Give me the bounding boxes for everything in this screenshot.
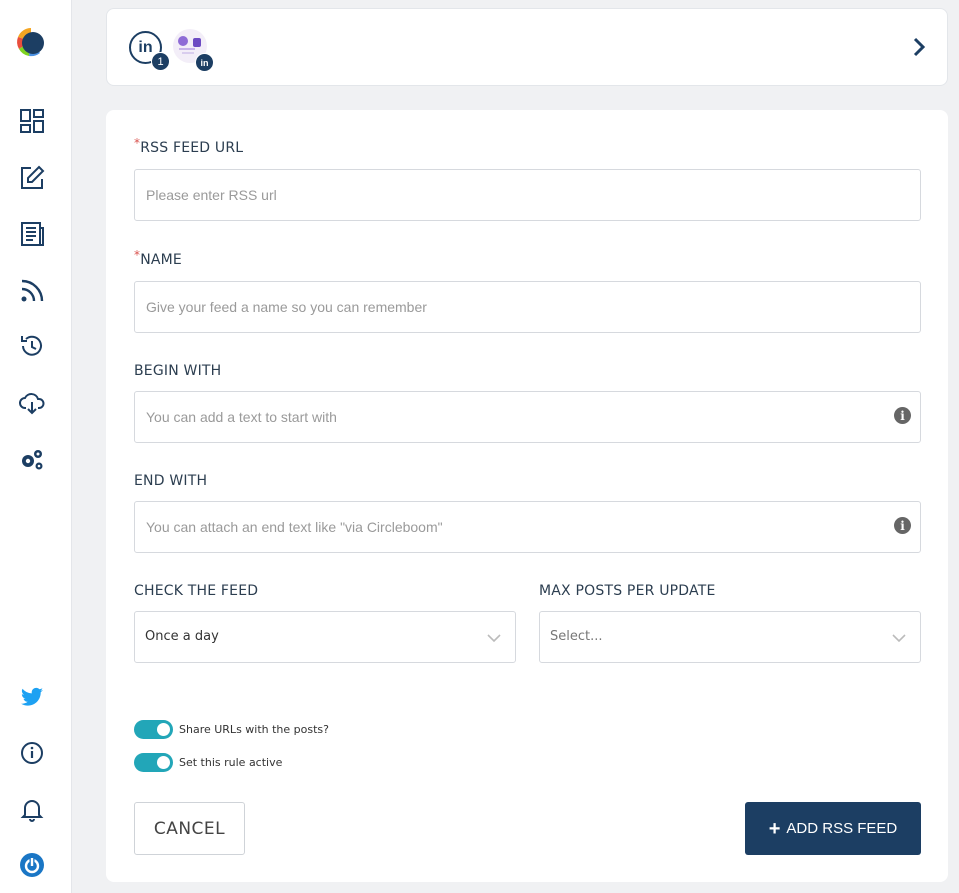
rss-url-input[interactable]	[134, 169, 921, 221]
check-feed-label: CHECK THE FEED	[134, 583, 259, 599]
edit-icon[interactable]	[18, 164, 46, 192]
account-selector-card[interactable]: in 1 in	[106, 8, 948, 86]
max-posts-placeholder: Select...	[550, 629, 603, 644]
name-label: *NAME	[134, 248, 182, 268]
end-with-info-icon[interactable]: i	[894, 517, 911, 534]
rss-url-label: *RSS FEED URL	[134, 136, 244, 156]
rule-active-toggle[interactable]	[134, 753, 173, 772]
toggle-knob	[157, 756, 170, 769]
share-urls-toggle[interactable]	[134, 720, 173, 739]
add-rss-feed-label: ADD RSS FEED	[786, 820, 898, 837]
toggle-knob	[157, 723, 170, 736]
add-rss-feed-button[interactable]: + ADD RSS FEED	[745, 802, 921, 855]
twitter-icon[interactable]	[18, 683, 46, 711]
begin-with-input[interactable]	[134, 391, 921, 443]
begin-with-info-icon[interactable]: i	[894, 407, 911, 424]
required-mark: *	[134, 136, 141, 150]
check-feed-value: Once a day	[145, 629, 219, 644]
linkedin-initials: in	[138, 38, 153, 56]
plus-icon: +	[768, 817, 781, 840]
history-icon[interactable]	[18, 332, 46, 360]
bell-icon[interactable]	[18, 795, 46, 823]
info-circle-icon[interactable]	[18, 739, 46, 767]
rule-active-label: Set this rule active	[179, 756, 283, 769]
chevron-down-icon	[487, 634, 501, 643]
max-posts-label: MAX POSTS PER UPDATE	[539, 583, 716, 599]
chevron-right-icon[interactable]	[909, 36, 929, 58]
newspaper-icon[interactable]	[18, 220, 46, 248]
sidebar	[0, 0, 72, 893]
rss-feed-form: *RSS FEED URL *NAME BEGIN WITH i END WIT…	[106, 110, 948, 882]
end-with-label: END WITH	[134, 473, 208, 489]
cancel-button[interactable]: CANCEL	[134, 802, 245, 855]
cloud-download-icon[interactable]	[18, 389, 46, 417]
chevron-down-icon	[892, 634, 906, 643]
feed-name-input[interactable]	[134, 281, 921, 333]
linkedin-network-badge: in	[195, 53, 214, 72]
power-icon[interactable]	[18, 851, 46, 879]
account-count-badge: 1	[151, 52, 170, 71]
dashboard-icon[interactable]	[18, 107, 46, 135]
begin-with-label: BEGIN WITH	[134, 363, 222, 379]
rss-icon[interactable]	[18, 277, 46, 305]
check-feed-select[interactable]: Once a day	[134, 611, 516, 663]
share-urls-label: Share URLs with the posts?	[179, 723, 329, 736]
end-with-input[interactable]	[134, 501, 921, 553]
max-posts-select[interactable]: Select...	[539, 611, 921, 663]
circleboom-logo[interactable]	[14, 25, 48, 59]
required-mark: *	[134, 248, 141, 262]
gears-icon[interactable]	[18, 445, 46, 473]
